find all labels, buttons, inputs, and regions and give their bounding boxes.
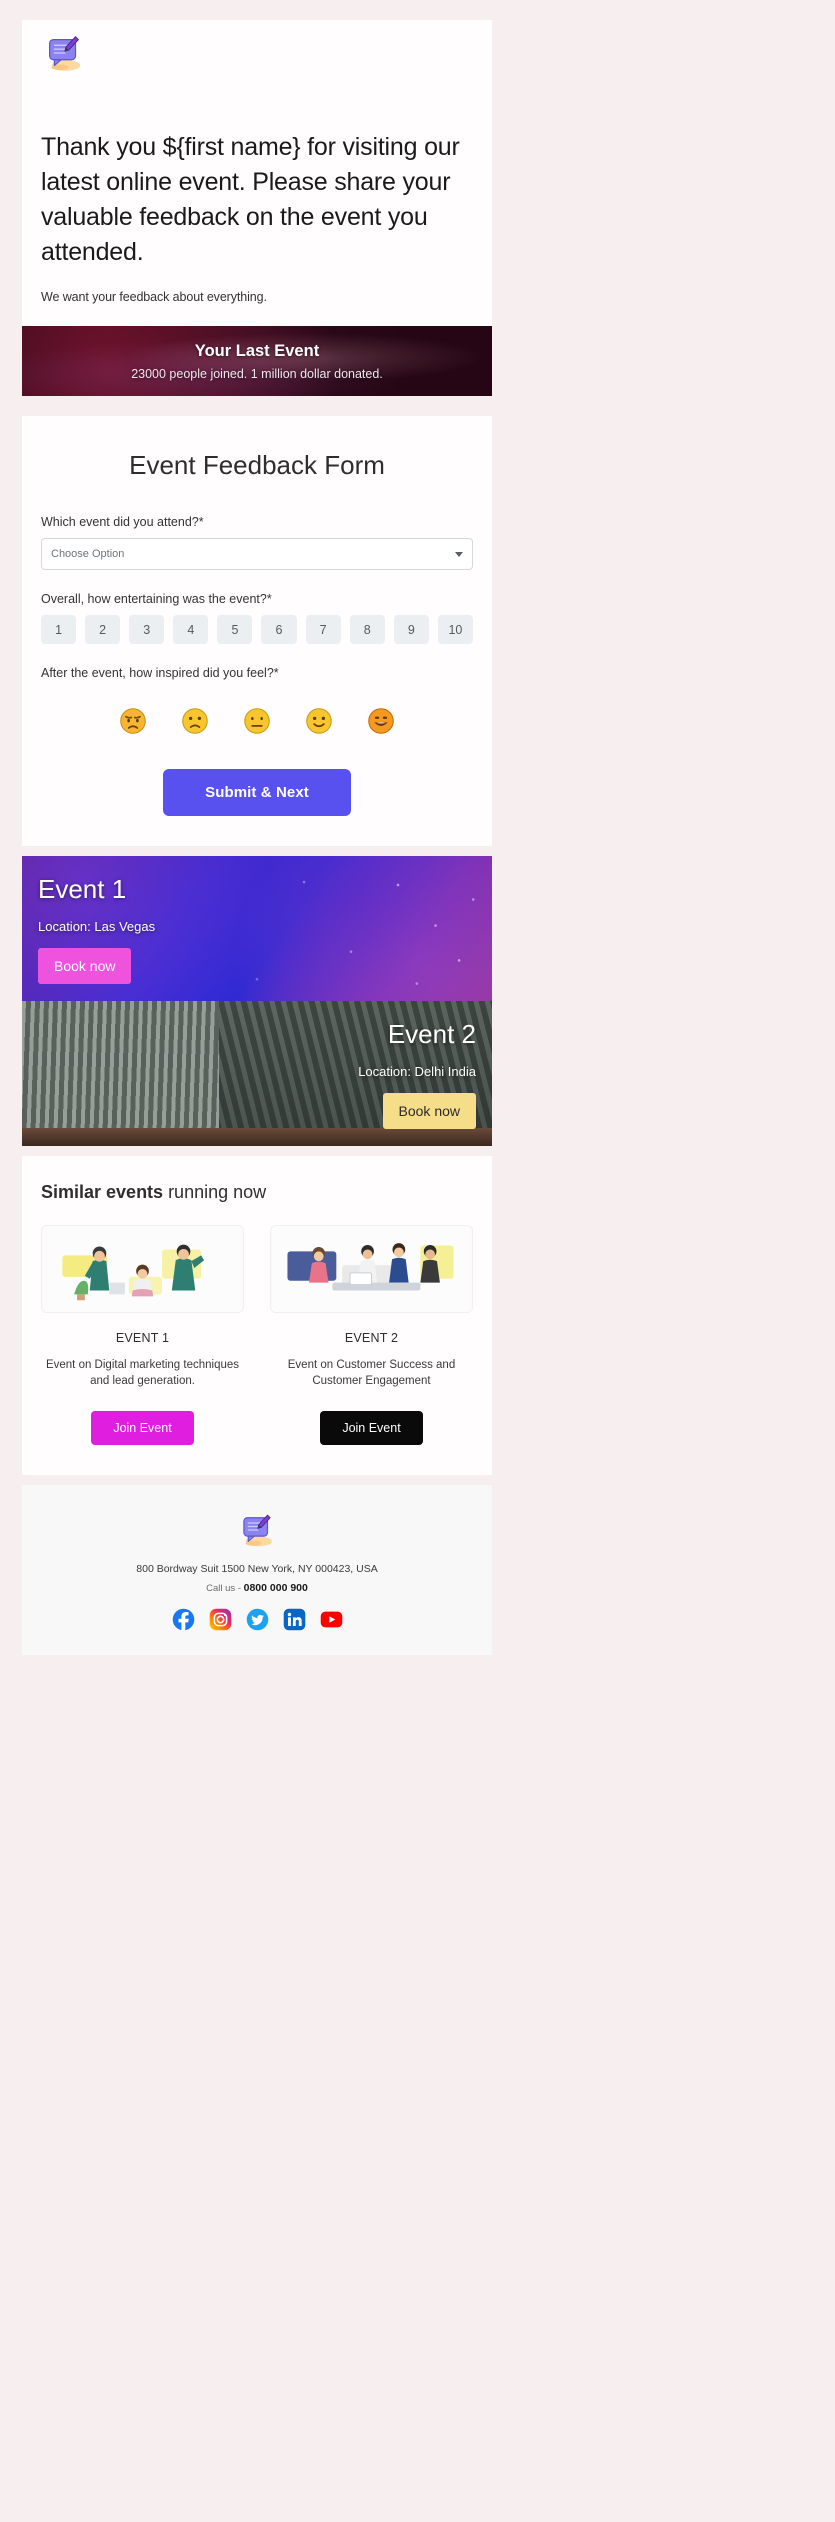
form-title: Event Feedback Form [129, 450, 385, 480]
people-presenting-illustration [44, 1226, 241, 1312]
similar-events-heading: Similar events running now [41, 1182, 473, 1225]
event-question-label: Which event did you attend?* [41, 515, 204, 529]
grinning-face-icon[interactable] [367, 707, 395, 735]
social-links [41, 1594, 473, 1631]
promo-event-1: Event 1 Location: Las Vegas Book now [22, 856, 492, 1001]
frowning-face-icon[interactable] [181, 707, 209, 735]
facebook-icon[interactable] [172, 1608, 195, 1631]
rating-scale: 1 2 3 4 5 6 7 8 9 10 [41, 615, 473, 644]
chevron-down-icon [455, 552, 463, 557]
linkedin-icon[interactable] [283, 1608, 306, 1631]
join-event-button-1[interactable]: Join Event [91, 1411, 194, 1445]
inspired-question-label: After the event, how inspired did you fe… [41, 666, 279, 680]
feedback-note-icon [49, 36, 81, 71]
instagram-icon[interactable] [209, 1608, 232, 1631]
footer-call-us: Call us - 0800 000 900 [41, 1575, 473, 1594]
rating-option[interactable]: 7 [305, 615, 341, 644]
hero-text: Thank you ${first name} for visiting our… [22, 78, 492, 326]
event-1-description: Event on Digital marketing techniques an… [45, 1359, 240, 1387]
last-event-banner: Your Last Event 23000 people joined. 1 m… [22, 326, 492, 396]
footer: 800 Bordway Suit 1500 New York, NY 00042… [22, 1485, 492, 1655]
hero-subtitle: We want your feedback about everything. [41, 290, 267, 304]
emoji-rating-row [41, 689, 473, 735]
event-2-name: EVENT 2 [344, 1331, 399, 1345]
similar-events-heading-bold: Similar events [41, 1182, 164, 1202]
promo-title: Event 1 [38, 873, 127, 904]
slightly-smiling-face-icon[interactable] [305, 707, 333, 735]
feedback-form-card: Event Feedback Form Which event did you … [22, 416, 492, 846]
similar-events-card: Similar events running now EVENT 1 Event… [22, 1156, 492, 1475]
promo-location: Location: Las Vegas [38, 918, 156, 934]
book-now-button-event-2[interactable]: Book now [382, 1092, 476, 1129]
rating-option[interactable]: 6 [261, 615, 297, 644]
feedback-note-icon [243, 1514, 272, 1547]
submit-next-button[interactable]: Submit & Next [163, 769, 351, 816]
footer-phone: 0800 000 900 [243, 1582, 308, 1594]
hero-card: Thank you ${first name} for visiting our… [22, 20, 492, 326]
event-select-value: Choose Option [51, 548, 125, 560]
promo-location: Location: Delhi India [358, 1063, 476, 1079]
email-body: Thank you ${first name} for visiting our… [22, 20, 492, 1655]
similar-events-heading-rest: running now [163, 1182, 267, 1202]
promo-title: Event 2 [387, 1018, 476, 1049]
event-1-thumbnail [41, 1225, 244, 1313]
promo-event-2: Event 2 Location: Delhi India Book now [22, 1001, 492, 1146]
neutral-face-icon[interactable] [243, 707, 271, 735]
footer-call-prefix: Call us - [206, 1583, 244, 1594]
disappointed-face-icon[interactable] [119, 707, 147, 735]
event-2-join-row: Join Event [270, 1389, 473, 1445]
youtube-icon[interactable] [320, 1608, 343, 1631]
banner-subtitle: 23000 people joined. 1 million dollar do… [131, 366, 383, 381]
rating-option[interactable]: 5 [217, 615, 253, 644]
event-2-thumbnail [270, 1225, 473, 1313]
footer-address: 800 Bordway Suit 1500 New York, NY 00042… [136, 1563, 378, 1575]
rating-option[interactable]: 9 [393, 615, 429, 644]
rating-option[interactable]: 2 [85, 615, 121, 644]
rating-option[interactable]: 4 [173, 615, 209, 644]
event-1-name: EVENT 1 [115, 1331, 170, 1345]
similar-event-card-1: EVENT 1 Event on Digital marketing techn… [41, 1225, 244, 1445]
twitter-icon[interactable] [246, 1608, 269, 1631]
banner-title: Your Last Event [194, 341, 320, 360]
event-1-join-row: Join Event [41, 1389, 244, 1445]
rating-option[interactable]: 10 [437, 615, 473, 644]
page-title: Thank you ${first name} for visiting our… [41, 133, 460, 266]
rating-option[interactable]: 3 [129, 615, 165, 644]
event-select[interactable]: Choose Option [41, 538, 473, 570]
join-event-button-2[interactable]: Join Event [320, 1411, 423, 1445]
similar-events-grid: EVENT 1 Event on Digital marketing techn… [41, 1225, 473, 1445]
rating-option[interactable]: 8 [349, 615, 385, 644]
book-now-button-event-1[interactable]: Book now [38, 947, 132, 984]
promo-stack: Event 1 Location: Las Vegas Book now Eve… [22, 856, 492, 1146]
header-logo-wrap [22, 20, 492, 78]
rating-option[interactable]: 1 [41, 615, 77, 644]
entertaining-question-label: Overall, how entertaining was the event?… [41, 592, 272, 606]
similar-event-card-2: EVENT 2 Event on Customer Success and Cu… [270, 1225, 473, 1445]
event-2-description: Event on Customer Success and Customer E… [287, 1359, 456, 1387]
submit-row: Submit & Next [41, 735, 473, 816]
team-meeting-illustration [273, 1226, 470, 1312]
